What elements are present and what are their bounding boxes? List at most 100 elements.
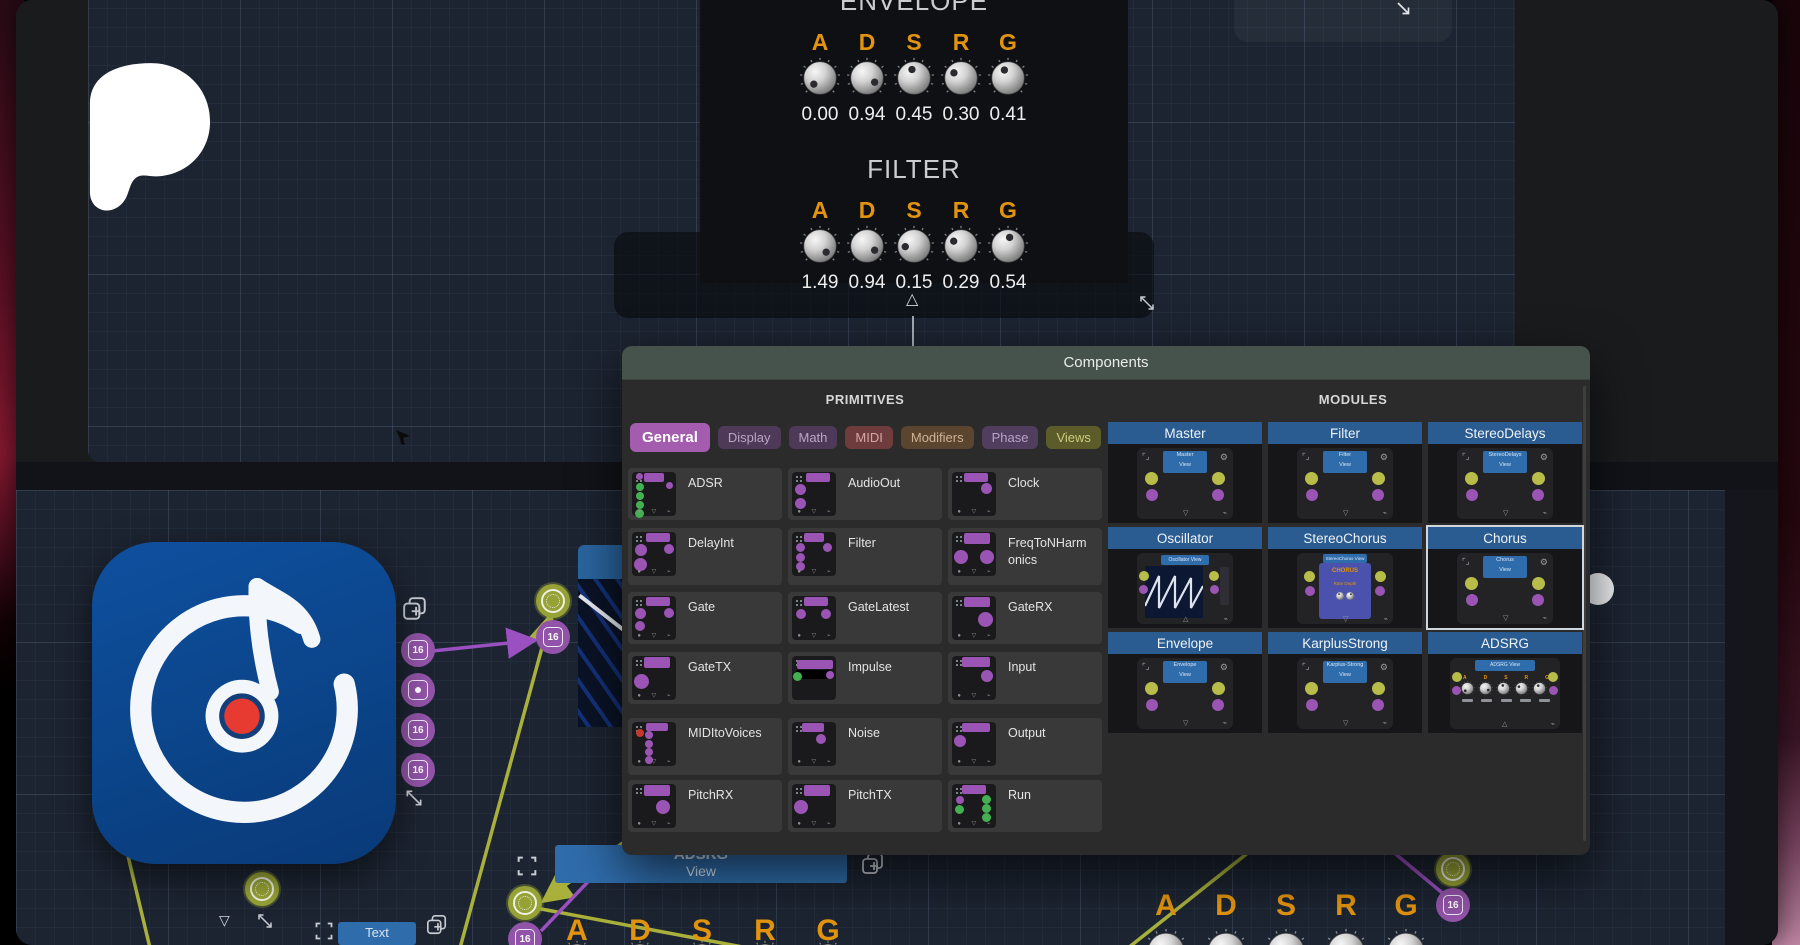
module-item-chorus[interactable]: Chorus ⌜⌟ ChorusView ⚙ ▽ ⌁ [1428, 527, 1582, 628]
tab-general[interactable]: General [630, 423, 710, 452]
knob[interactable] [683, 940, 721, 945]
knob[interactable] [1345, 591, 1355, 601]
grab-port[interactable] [245, 872, 279, 906]
text-button[interactable]: Text [338, 922, 416, 945]
knob[interactable] [1143, 928, 1189, 945]
poly16-port[interactable]: 16 [401, 633, 435, 667]
primitive-item-impulse[interactable]: Impulse [788, 652, 942, 704]
knob[interactable] [558, 940, 596, 945]
adsrg-knob-clipped[interactable] [558, 940, 596, 945]
module-item-karplusstrong[interactable]: KarplusStrong ⌜⌟ Karplus-StrongView ⚙ ▽ … [1268, 632, 1422, 733]
param-knob[interactable] [893, 57, 935, 104]
primitive-item-pitchtx[interactable]: ●▽⌁ PitchTX [788, 780, 942, 832]
knob[interactable] [1383, 928, 1429, 945]
module-item-stereochorus[interactable]: StereoChorus StereoChorus View CHORUS Ra… [1268, 527, 1422, 628]
knob[interactable] [846, 57, 888, 99]
param-knob[interactable] [799, 57, 841, 104]
adsrg-knob-clipped[interactable] [746, 940, 784, 945]
knob[interactable] [1496, 681, 1511, 696]
primitive-item-delayint[interactable]: ●▽⌁ DelayInt [628, 528, 782, 585]
primitive-item-gatelatest[interactable]: ●▽⌁ GateLatest [788, 592, 942, 644]
module-item-oscillator[interactable]: Oscillator Oscillator View △ ⌁ [1108, 527, 1262, 628]
components-panel-titlebar[interactable]: Components [622, 346, 1590, 380]
module-item-stereodelays[interactable]: StereoDelays ⌜⌟ StereoDelaysView ⚙ ▽ ⌁ [1428, 422, 1582, 523]
primitive-item-noise[interactable]: ●▽⌁ Noise [788, 718, 942, 775]
poly16-port[interactable]: 16 [536, 620, 570, 654]
adsrg-knob-clipped[interactable] [1263, 928, 1309, 945]
tab-views[interactable]: Views [1046, 426, 1100, 449]
node-output-triangle-icon[interactable]: △ [906, 292, 918, 308]
knob[interactable] [1203, 928, 1249, 945]
knob[interactable] [1460, 681, 1475, 696]
adsrg-knob-clipped[interactable] [809, 940, 847, 945]
primitive-item-gatetx[interactable]: ●▽⌁ GateTX [628, 652, 782, 704]
components-panel[interactable]: Components PRIMITIVES MODULES GeneralDis… [622, 346, 1590, 855]
primitive-item-gaterx[interactable]: ●▽⌁ GateRX [948, 592, 1102, 644]
grab-port[interactable] [1436, 852, 1470, 886]
resize-diagonal-icon[interactable] [1138, 294, 1156, 312]
poly16-port[interactable]: 16 [401, 713, 435, 747]
oscillator-node-partial[interactable] [578, 545, 624, 727]
param-knob[interactable] [940, 225, 982, 272]
tab-math[interactable]: Math [789, 426, 838, 449]
primitive-item-audioout[interactable]: ●▽⌁ AudioOut [788, 468, 942, 520]
tab-phase[interactable]: Phase [982, 426, 1039, 449]
knob[interactable] [1335, 591, 1345, 601]
module-item-filter[interactable]: Filter ⌜⌟ FilterView ⚙ ▽ ⌁ [1268, 422, 1422, 523]
partial-node-top-right[interactable] [1234, 0, 1452, 42]
primitive-item-filter[interactable]: ●▽⌁ Filter [788, 528, 942, 585]
tab-modifiers[interactable]: Modifiers [901, 426, 974, 449]
knob[interactable] [987, 57, 1029, 99]
tab-display[interactable]: Display [718, 426, 781, 449]
panel-scrollbar[interactable] [1583, 386, 1586, 841]
knob[interactable] [1532, 681, 1547, 696]
module-item-adsrg[interactable]: ADSRG ADSRG View ADSRG [1428, 632, 1582, 733]
grab-port[interactable] [508, 886, 542, 920]
primitive-item-miditovoices[interactable]: ●▽⌁ MIDItoVoices [628, 718, 782, 775]
param-knob[interactable] [893, 225, 935, 272]
primitive-item-gate[interactable]: ●▽⌁ Gate [628, 592, 782, 644]
primitive-item-run[interactable]: ●▽⌁ Run [948, 780, 1102, 832]
adsrg-knob-clipped[interactable] [1143, 928, 1189, 945]
primitive-item-output[interactable]: ●▽⌁ Output [948, 718, 1102, 775]
poly16-port[interactable]: 16 [401, 753, 435, 787]
knob[interactable] [746, 940, 784, 945]
knob[interactable] [799, 57, 841, 99]
param-knob[interactable] [799, 225, 841, 272]
param-knob[interactable] [846, 57, 888, 104]
primitive-item-clock[interactable]: ●▽⌁ Clock [948, 468, 1102, 520]
knob[interactable] [940, 57, 982, 99]
param-knob[interactable] [987, 57, 1029, 104]
adsrg-knob-clipped[interactable] [1323, 928, 1369, 945]
knob[interactable] [987, 225, 1029, 267]
primitive-item-freqtonharmonics[interactable]: ●▽⌁ FreqToNHarmonics [948, 528, 1102, 585]
knob[interactable] [940, 225, 982, 267]
knob[interactable] [1263, 928, 1309, 945]
adsrg-knob-clipped[interactable] [1383, 928, 1429, 945]
envelope-filter-node[interactable]: ENVELOPEA 0.00D 0.94S 0.45R [700, 0, 1128, 283]
module-item-envelope[interactable]: Envelope ⌜⌟ EnvelopeView ⚙ ▽ ⌁ [1108, 632, 1262, 733]
knob[interactable] [1514, 681, 1529, 696]
knob[interactable] [1323, 928, 1369, 945]
tab-midi[interactable]: MIDI [845, 426, 892, 449]
knob[interactable] [799, 225, 841, 267]
knob[interactable] [893, 57, 935, 99]
poly16-port[interactable]: 16 [1436, 888, 1470, 922]
param-knob[interactable] [940, 57, 982, 104]
grab-port[interactable] [536, 584, 570, 618]
knob[interactable] [809, 940, 847, 945]
knob[interactable] [1478, 681, 1493, 696]
knob[interactable] [621, 940, 659, 945]
primitive-item-adsr[interactable]: ●▽⌁ ADSR [628, 468, 782, 520]
resize-handle-icon[interactable] [1138, 294, 1156, 317]
adsrg-knob-clipped[interactable] [621, 940, 659, 945]
adsrg-knob-clipped[interactable] [1203, 928, 1249, 945]
param-knob[interactable] [987, 225, 1029, 272]
primitive-item-input[interactable]: ●▽⌁ Input [948, 652, 1102, 704]
param-knob[interactable] [846, 225, 888, 272]
primitive-item-pitchrx[interactable]: ●▽⌁ PitchRX [628, 780, 782, 832]
poly16-port[interactable] [401, 673, 435, 707]
knob[interactable] [846, 225, 888, 267]
adsrg-knob-clipped[interactable] [683, 940, 721, 945]
module-item-master[interactable]: Master ⌜⌟ MasterView ⚙ ▽ ⌁ [1108, 422, 1262, 523]
